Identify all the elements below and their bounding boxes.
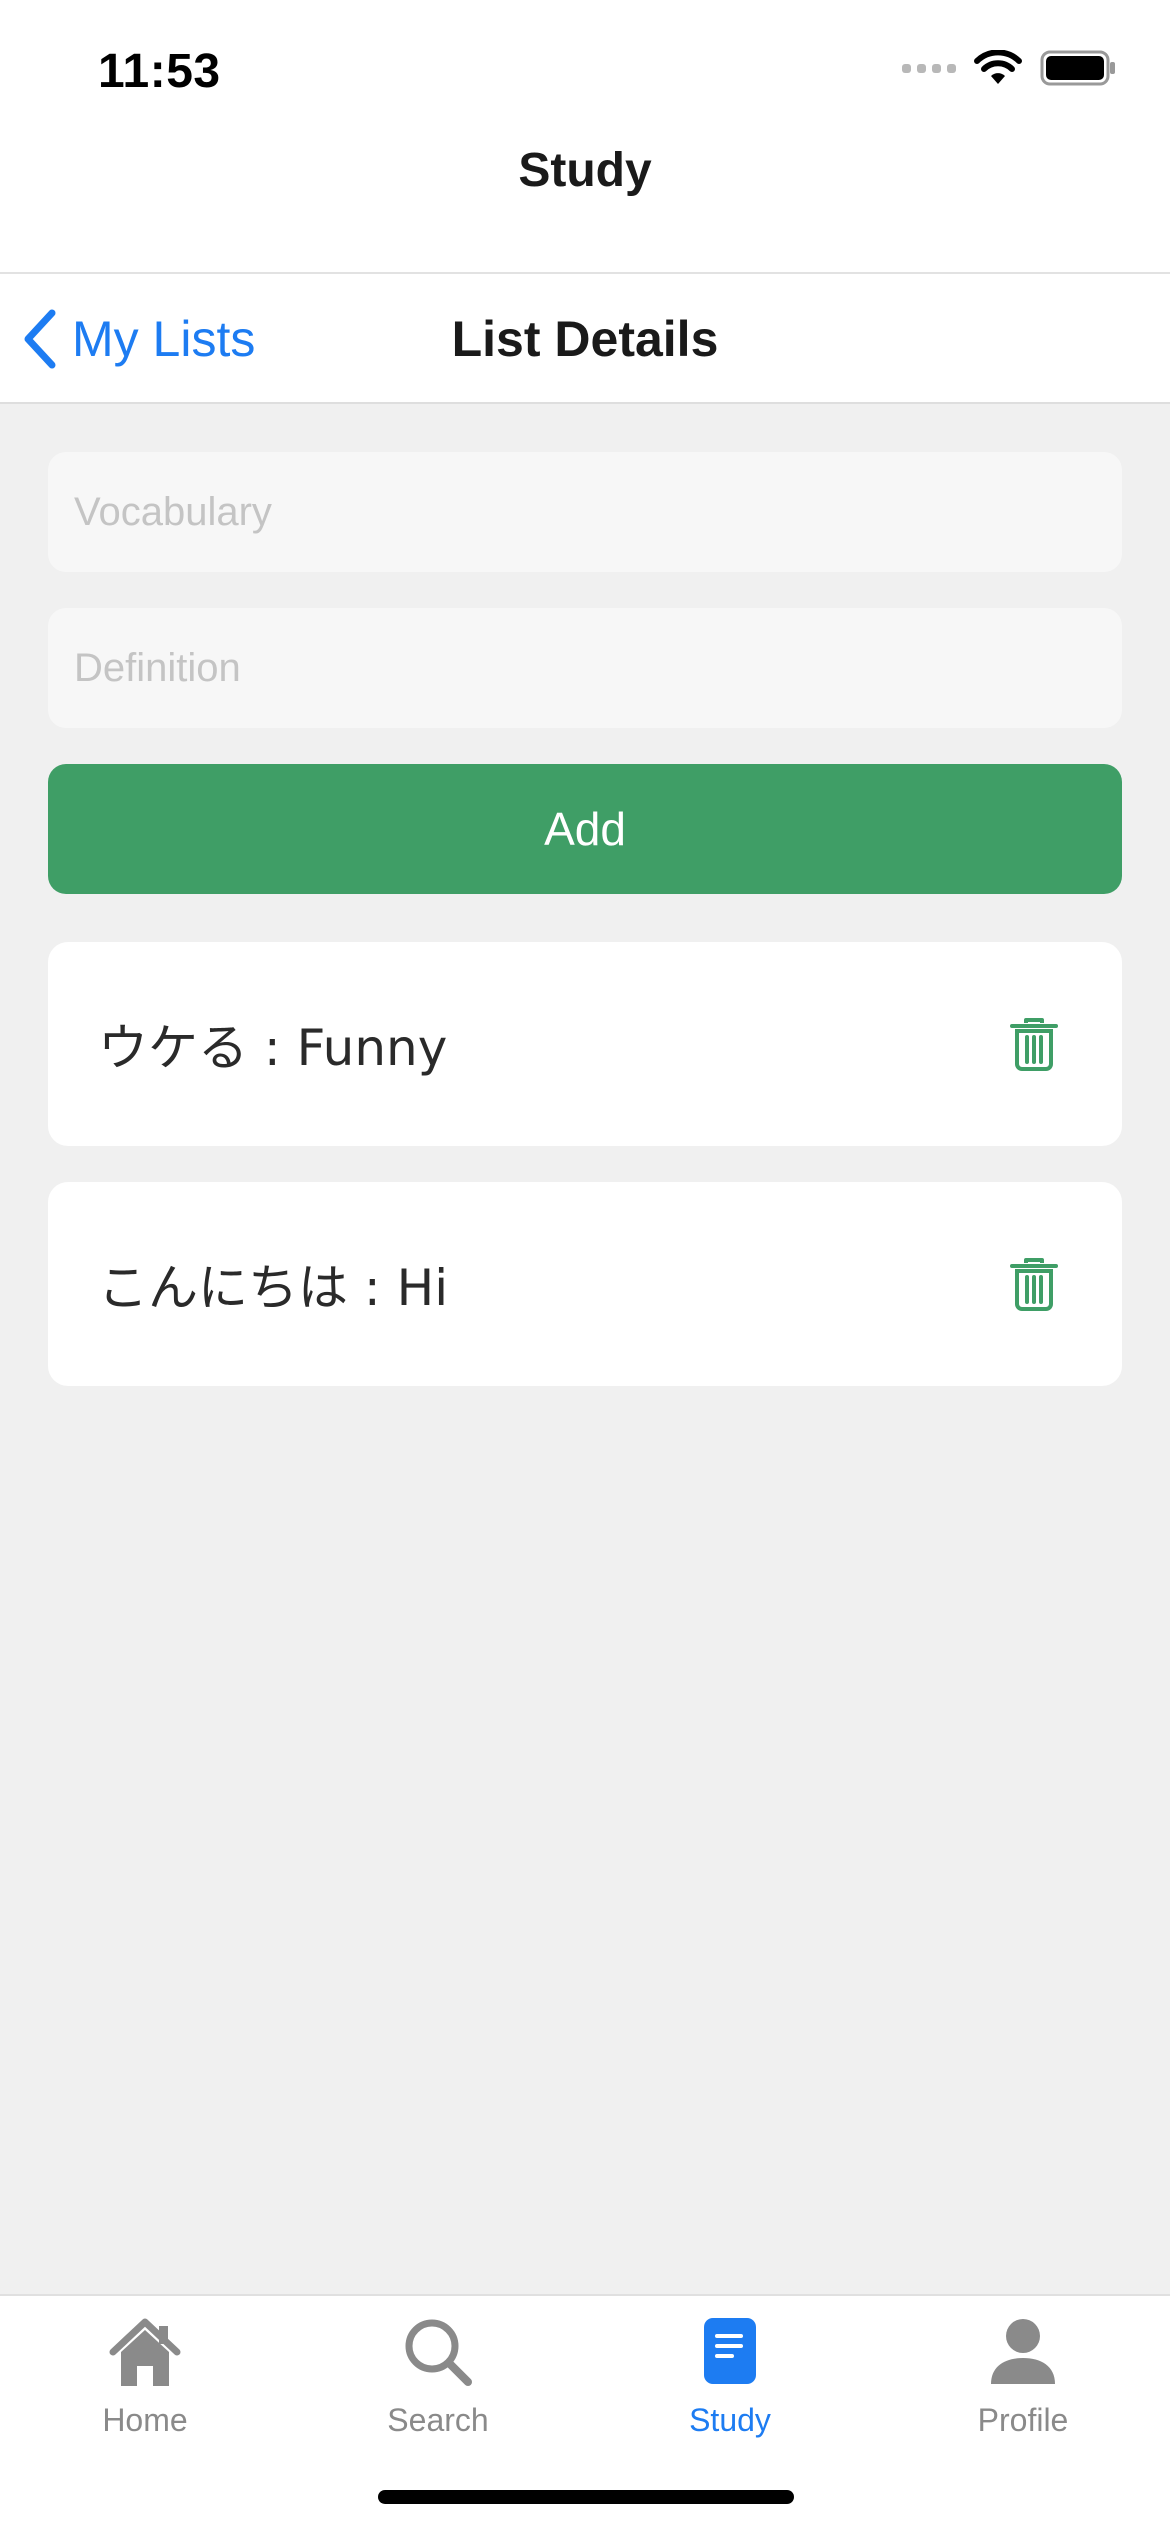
tab-label: Study: [689, 2402, 771, 2438]
battery-icon: [1040, 50, 1115, 86]
tab-home[interactable]: Home: [45, 2312, 245, 2462]
word-entry-text: こんにちは : Hi: [98, 1259, 449, 1317]
study-icon: [704, 2318, 756, 2384]
tab-label: Search: [387, 2402, 489, 2438]
status-bar: 11:53: [0, 0, 1170, 140]
delete-button[interactable]: [1002, 1252, 1066, 1316]
tab-label: Profile: [977, 2402, 1069, 2438]
profile-icon: [991, 2319, 1055, 2384]
screen: 11:53 Study My Lists List Details Vocabu…: [0, 0, 1170, 2532]
status-icons: [902, 50, 1116, 86]
navigation-bar: My Lists List Details: [0, 274, 1170, 404]
word-list-item: ウケる : Funny: [48, 942, 1122, 1146]
vocabulary-input[interactable]: [48, 452, 1122, 572]
home-icon: [109, 2318, 181, 2386]
tab-profile[interactable]: Profile: [923, 2312, 1123, 2462]
home-indicator: [378, 2490, 794, 2504]
cellular-signal-icon: [902, 63, 956, 73]
trash-icon: [1010, 1018, 1058, 1071]
word-entry-text: ウケる : Funny: [98, 1019, 448, 1077]
wifi-icon: [974, 50, 1022, 84]
tab-study[interactable]: Study: [630, 2312, 830, 2462]
definition-input[interactable]: [48, 608, 1122, 728]
status-time: 11:53: [98, 45, 221, 98]
word-list-item: こんにちは : Hi: [48, 1182, 1122, 1386]
tab-search[interactable]: Search: [338, 2312, 538, 2462]
tab-label: Home: [102, 2402, 188, 2438]
trash-icon: [1010, 1258, 1058, 1311]
nav-title: List Details: [451, 311, 719, 367]
search-icon: [405, 2319, 472, 2386]
page-title: Study: [518, 143, 652, 197]
add-button[interactable]: Add: [48, 764, 1122, 894]
app-header: Study: [0, 140, 1170, 274]
delete-button[interactable]: [1002, 1012, 1066, 1076]
